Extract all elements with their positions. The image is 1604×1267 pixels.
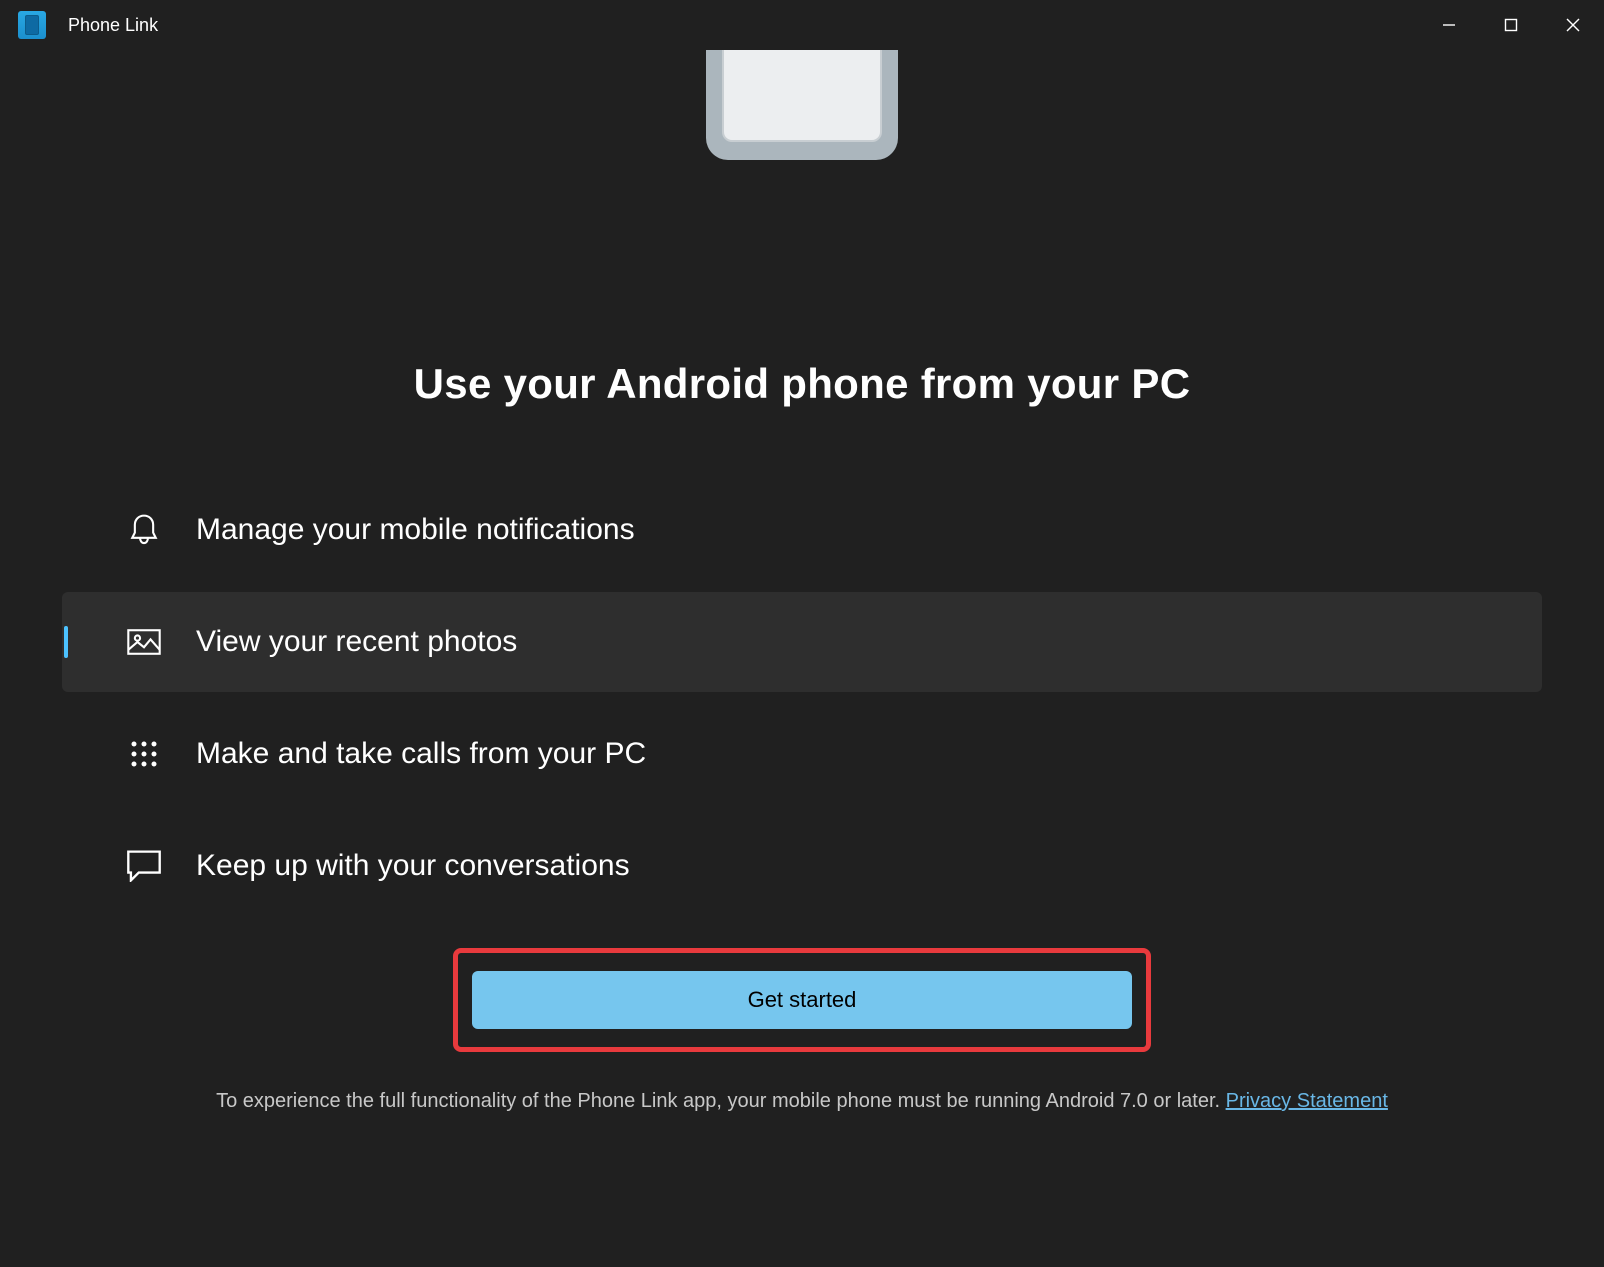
app-title: Phone Link: [68, 15, 158, 36]
minimize-button[interactable]: [1418, 4, 1480, 46]
feature-list: Manage your mobile notifications View yo…: [62, 480, 1542, 928]
feature-label: Keep up with your conversations: [196, 849, 630, 883]
feature-photos[interactable]: View your recent photos: [62, 592, 1542, 692]
feature-conversations[interactable]: Keep up with your conversations: [62, 816, 1542, 916]
feature-label: Make and take calls from your PC: [196, 737, 646, 771]
photo-icon: [126, 624, 162, 660]
window-controls: [1418, 4, 1604, 46]
bell-icon: [126, 512, 162, 548]
titlebar: Phone Link: [0, 0, 1604, 50]
hero-illustration: [0, 50, 1604, 160]
cta-highlight: Get started: [453, 948, 1151, 1052]
feature-notifications[interactable]: Manage your mobile notifications: [62, 480, 1542, 580]
main-content: Use your Android phone from your PC Mana…: [0, 160, 1604, 1113]
maximize-button[interactable]: [1480, 4, 1542, 46]
feature-calls[interactable]: Make and take calls from your PC: [62, 704, 1542, 804]
feature-label: View your recent photos: [196, 625, 517, 659]
titlebar-left: Phone Link: [18, 11, 158, 39]
dialpad-icon: [126, 736, 162, 772]
footer-note: To experience the full functionality of …: [216, 1090, 1388, 1113]
page-heading: Use your Android phone from your PC: [414, 360, 1191, 408]
close-button[interactable]: [1542, 4, 1604, 46]
footer-text: To experience the full functionality of …: [216, 1090, 1226, 1112]
feature-label: Manage your mobile notifications: [196, 513, 635, 547]
app-icon: [18, 11, 46, 39]
chat-icon: [126, 848, 162, 884]
privacy-link[interactable]: Privacy Statement: [1226, 1090, 1388, 1112]
get-started-button[interactable]: Get started: [472, 971, 1132, 1029]
